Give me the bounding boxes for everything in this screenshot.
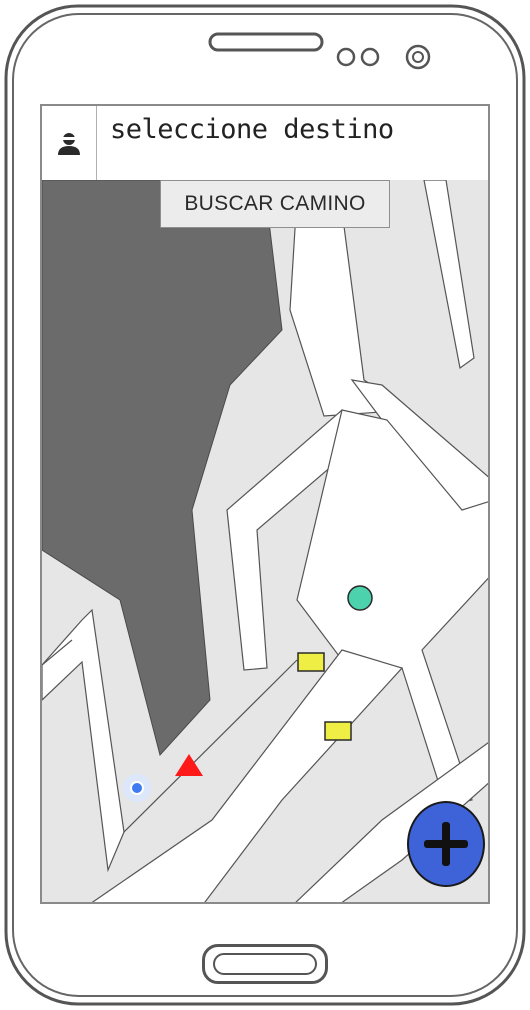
sensor-dot [336,47,356,67]
home-button[interactable] [202,944,328,984]
user-button[interactable] [42,106,97,180]
add-button[interactable] [407,801,485,887]
map-view[interactable] [42,180,490,904]
sensor-dot [360,47,380,67]
current-location-dot [130,781,144,795]
search-route-button[interactable]: BUSCAR CAMINO [160,180,390,228]
speaker-grille [208,32,324,52]
stop-marker[interactable] [297,652,325,672]
page-title: seleccione destino [110,114,394,145]
app-bar: seleccione destino [42,106,488,181]
destination-marker[interactable] [347,585,373,611]
phone-screen: seleccione destino BUSCAR CAMINO [40,104,490,904]
user-icon [58,133,80,155]
stop-marker[interactable] [324,721,352,741]
plus-icon [424,822,468,866]
